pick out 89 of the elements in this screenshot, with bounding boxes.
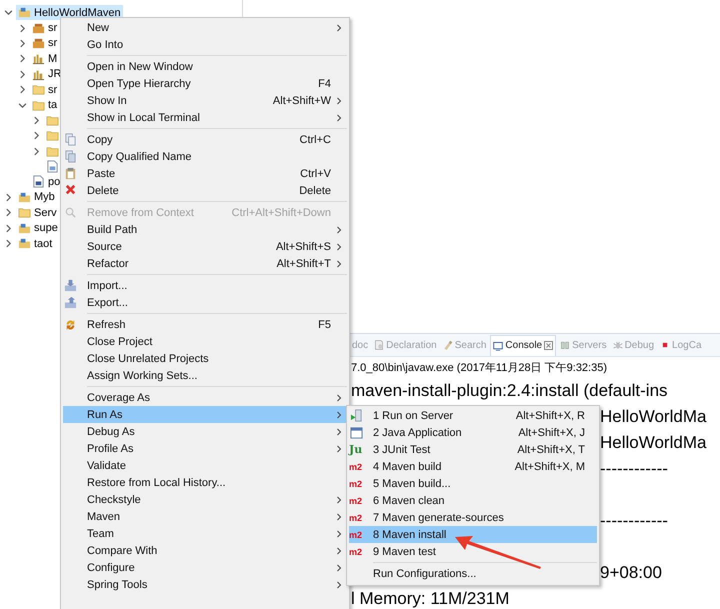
menu-item[interactable]: Go Into: [63, 36, 347, 53]
menu-item[interactable]: Validate: [63, 457, 347, 474]
console-output-line: HelloWorldMa: [600, 432, 708, 454]
delete-icon: [64, 184, 77, 197]
collapse-chevron-icon[interactable]: [4, 8, 13, 18]
menu-item[interactable]: Close Project: [63, 333, 347, 350]
menu-item[interactable]: m2 9 Maven test: [349, 543, 597, 560]
tree-item[interactable]: taot: [16, 236, 54, 252]
remove-icon: [64, 206, 77, 219]
window-icon: [350, 426, 363, 439]
process-path-text: 7.0_80\bin\javaw.exe (2017年11月28日 下午9:32:35): [351, 362, 608, 374]
menu-item[interactable]: Assign Working Sets...: [63, 367, 347, 384]
menu-item[interactable]: Configure: [63, 559, 347, 576]
project-folder-icon: [18, 190, 31, 204]
package-folder-icon: [32, 36, 45, 50]
menu-item[interactable]: Debug As: [63, 423, 347, 440]
menu-item[interactable]: m2 4 Maven build Alt+Shift+X, M: [349, 458, 597, 475]
menu-item[interactable]: Coverage As: [63, 389, 347, 406]
file-icon: [32, 175, 45, 188]
console-output-line: ------------: [600, 510, 669, 532]
menu-item[interactable]: 1 Run on Server Alt+Shift+X, R: [349, 407, 597, 424]
declaration-icon: [374, 340, 384, 350]
menu-item[interactable]: Open Type Hierarchy F4: [63, 75, 347, 92]
view-tab[interactable]: Console: [490, 334, 556, 356]
tree-item[interactable]: Serv: [16, 205, 59, 220]
menu-item[interactable]: Refactor Alt+Shift+T: [63, 255, 347, 272]
menu-item[interactable]: m2 7 Maven generate-sources: [349, 509, 597, 526]
tree-item[interactable]: ta: [30, 98, 60, 113]
server-icon: [350, 409, 363, 422]
console-output-line: maven-install-plugin:2.4:install (default-ins: [351, 380, 668, 402]
menu-item[interactable]: Profile As: [63, 440, 347, 457]
menu-item[interactable]: Compare With: [63, 542, 347, 559]
menu-item[interactable]: Spring Tools: [63, 576, 347, 593]
tree-item[interactable]: sr: [30, 82, 60, 98]
menu-item[interactable]: 2 Java Application Alt+Shift+X, J: [349, 424, 597, 441]
folder-icon: [32, 83, 45, 96]
import-icon: [64, 279, 77, 292]
menu-item[interactable]: m2 8 Maven install: [349, 526, 597, 543]
tree-item[interactable]: sr: [30, 36, 60, 51]
refresh-icon: [64, 318, 77, 331]
menu-item[interactable]: Run Configurations...: [349, 565, 597, 582]
menu-item[interactable]: Close Unrelated Projects: [63, 350, 347, 367]
tree-item[interactable]: supe: [16, 220, 60, 236]
menu-item[interactable]: Import...: [63, 277, 347, 294]
menu-item[interactable]: m2 6 Maven clean: [349, 492, 597, 509]
folder-icon: [18, 206, 31, 220]
console-icon: [493, 340, 504, 350]
console-output-line: ------------: [600, 458, 669, 480]
menu-item[interactable]: Delete Delete: [63, 182, 347, 199]
servers-icon: [560, 340, 570, 350]
clipboard-icon: [64, 167, 77, 180]
bug-icon: [612, 340, 623, 350]
export-icon: [64, 296, 77, 309]
menu-item[interactable]: Refresh F5: [63, 316, 347, 333]
tree-item[interactable]: M: [30, 51, 60, 66]
close-icon[interactable]: [544, 341, 554, 350]
console-output-line: HelloWorldMa: [600, 406, 708, 428]
menu-item[interactable]: Checkstyle: [63, 491, 347, 508]
copy-icon: [64, 150, 77, 163]
folder-icon: [32, 98, 45, 112]
menu-item[interactable]: Show in Local Terminal: [63, 109, 347, 126]
project-folder-icon: [18, 222, 31, 235]
menu-item[interactable]: Ju 3 JUnit Test Alt+Shift+X, T: [349, 441, 597, 458]
tree-item[interactable]: Myb: [16, 190, 57, 205]
menu-item[interactable]: Restore from Local History...: [63, 474, 347, 491]
menu-item[interactable]: Paste Ctrl+V: [63, 165, 347, 182]
console-output-line: l Memory: 11M/231M: [351, 588, 510, 609]
file-icon: [46, 160, 59, 174]
menu-item[interactable]: Team: [63, 525, 347, 542]
menu-item[interactable]: Copy Qualified Name: [63, 148, 347, 165]
package-folder-icon: [32, 22, 45, 35]
library-icon: [32, 52, 45, 66]
menu-item[interactable]: Show In Alt+Shift+W: [63, 92, 347, 109]
menu-item[interactable]: Maven: [63, 508, 347, 525]
menu-item[interactable]: Source Alt+Shift+S: [63, 238, 347, 255]
tree-item[interactable]: po: [30, 174, 62, 190]
menu-item[interactable]: Run As: [63, 406, 347, 423]
tree-item[interactable]: sr: [30, 20, 60, 36]
menu-item[interactable]: Export...: [63, 294, 347, 311]
console-output-line: 9+08:00: [600, 562, 663, 584]
collapse-chevron-icon[interactable]: [18, 100, 27, 110]
menu-item[interactable]: Open in New Window: [63, 58, 347, 75]
project-folder-icon: [18, 6, 31, 20]
menu-item[interactable]: New: [63, 19, 347, 36]
project-folder-icon: [18, 237, 31, 250]
copy-icon: [64, 133, 77, 146]
menu-item[interactable]: Copy Ctrl+C: [63, 131, 347, 148]
menu-item[interactable]: Build Path: [63, 221, 347, 238]
menu-item[interactable]: m2 5 Maven build...: [349, 475, 597, 492]
